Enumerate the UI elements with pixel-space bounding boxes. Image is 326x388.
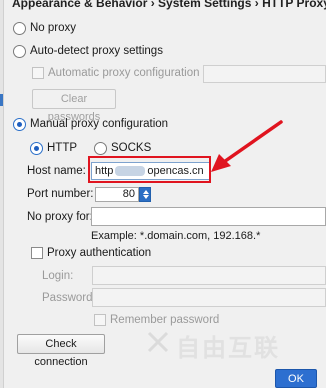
ok-button[interactable]: OK	[275, 369, 317, 388]
left-panel-edge	[0, 0, 4, 388]
check-connection-button[interactable]: Check connection	[17, 334, 105, 368]
auto-config-url-input[interactable]	[203, 65, 326, 83]
proxy-auth-label: Proxy authentication	[47, 247, 152, 259]
watermark-logo-icon	[147, 331, 169, 353]
highlight-box	[88, 156, 211, 183]
http-radio[interactable]	[30, 142, 43, 155]
auto-detect-radio[interactable]	[13, 45, 26, 58]
manual-proxy-radio[interactable]	[13, 118, 26, 131]
watermark-text: 自由互联	[176, 335, 280, 362]
no-proxy-for-label: No proxy for:	[27, 211, 93, 223]
auto-detect-label: Auto-detect proxy settings	[30, 45, 163, 57]
no-proxy-label: No proxy	[30, 22, 77, 34]
selection-marker	[0, 94, 3, 106]
login-input[interactable]	[92, 266, 326, 285]
annotation-arrow-icon	[211, 120, 283, 172]
manual-proxy-label: Manual proxy configuration	[30, 118, 169, 130]
no-proxy-example: Example: *.domain.com, 192.168.*	[91, 230, 261, 242]
password-input[interactable]	[92, 288, 326, 307]
breadcrumb: Appearance & Behavior › System Settings …	[12, 0, 326, 10]
remember-password-checkbox[interactable]	[94, 314, 106, 326]
port-spinner-icon[interactable]	[139, 187, 151, 202]
no-proxy-radio[interactable]	[13, 22, 26, 35]
http-label: HTTP	[47, 142, 78, 154]
password-label: Password:	[42, 292, 96, 304]
port-number-label: Port number:	[27, 188, 94, 200]
port-number-input[interactable]: 80	[95, 187, 139, 202]
proxy-auth-checkbox[interactable]	[31, 247, 43, 259]
host-name-label: Host name:	[27, 165, 86, 177]
login-label: Login:	[42, 270, 74, 282]
socks-radio[interactable]	[94, 142, 107, 155]
remember-password-label: Remember password	[110, 314, 220, 326]
auto-config-url-label: Automatic proxy configuration URL:	[48, 67, 229, 79]
clear-passwords-button[interactable]: Clear passwords	[32, 89, 116, 123]
no-proxy-for-input[interactable]	[91, 207, 326, 226]
socks-label: SOCKS	[111, 142, 152, 154]
auto-config-url-checkbox[interactable]	[32, 67, 44, 79]
